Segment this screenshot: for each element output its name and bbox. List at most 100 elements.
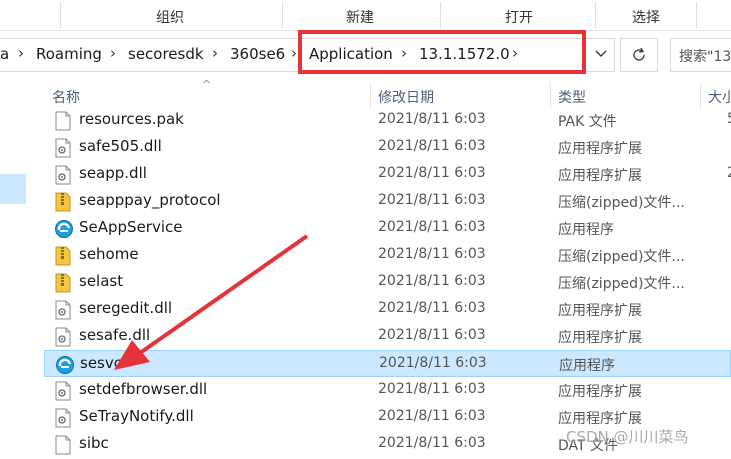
sort-ascending-icon: ^: [202, 78, 212, 91]
file-name: selast: [79, 272, 124, 290]
file-date: 2021/8/11 6:03: [378, 273, 486, 289]
dll-icon: [54, 408, 72, 428]
zip-icon: [54, 273, 72, 293]
file-name: resources.pak: [79, 110, 184, 128]
file-name: SeAppService: [79, 218, 183, 236]
ribbon: 组织 新建 打开 选择: [0, 0, 731, 31]
refresh-button[interactable]: [620, 38, 658, 72]
file-size: 2: [727, 165, 731, 181]
file-name: sehome: [79, 245, 139, 263]
file-name: sesafe.dll: [79, 326, 151, 344]
column-divider[interactable]: [550, 82, 551, 108]
dll-icon: [54, 381, 72, 401]
file-date: 2021/8/11 6:03: [379, 355, 487, 371]
file-row[interactable]: resources.pak 2021/8/11 6:03 PAK 文件 5: [44, 107, 731, 134]
file-type: PAK 文件: [558, 114, 617, 130]
chevron-right-icon[interactable]: ›: [291, 44, 297, 62]
file-type: 应用程序扩展: [558, 411, 642, 427]
breadcrumb-360se6[interactable]: 360se6: [230, 45, 285, 63]
file-name: safe505.dll: [79, 137, 162, 155]
file-date: 2021/8/11 6:03: [378, 111, 486, 127]
file-date: 2021/8/11 6:03: [378, 300, 486, 316]
ribbon-group-new[interactable]: 新建: [346, 7, 374, 27]
file-name: sesvc: [80, 354, 122, 372]
file-type: 应用程序扩展: [558, 303, 642, 319]
column-header-name[interactable]: 名称: [52, 87, 80, 107]
file-row[interactable]: sehome 2021/8/11 6:03 压缩(zipped)文件...: [44, 242, 731, 269]
file-name: seregedit.dll: [79, 299, 173, 317]
file-date: 2021/8/11 6:03: [378, 246, 486, 262]
dll-icon: [54, 138, 72, 158]
ribbon-group-organize[interactable]: 组织: [156, 7, 184, 27]
file-row[interactable]: seapppay_protocol 2021/8/11 6:03 压缩(zipped…: [44, 188, 731, 215]
refresh-icon: [633, 47, 645, 61]
ribbon-group-open[interactable]: 打开: [505, 7, 533, 27]
file-date: 2021/8/11 6:03: [378, 192, 486, 208]
breadcrumb-appdata[interactable]: a: [0, 45, 9, 63]
chevron-right-icon[interactable]: ›: [212, 44, 218, 62]
file-date: 2021/8/11 6:03: [378, 327, 486, 343]
file-type: 应用程序扩展: [558, 168, 642, 184]
file-type: 压缩(zipped)文件...: [558, 249, 685, 265]
column-header-type[interactable]: 类型: [558, 87, 586, 107]
file-date: 2021/8/11 6:03: [378, 435, 486, 451]
file-name: SeTrayNotify.dll: [79, 407, 194, 425]
zip-icon: [54, 246, 72, 266]
chevron-right-icon[interactable]: ›: [18, 44, 24, 62]
chevron-right-icon[interactable]: ›: [110, 44, 116, 62]
navigation-pane[interactable]: [0, 74, 44, 454]
ribbon-group-select[interactable]: 选择: [632, 7, 660, 27]
ribbon-separator: [282, 2, 283, 28]
dll-icon: [54, 327, 72, 347]
breadcrumb-roaming[interactable]: Roaming: [36, 45, 102, 63]
column-header-size[interactable]: 大小: [708, 87, 731, 107]
file-row[interactable]: SeAppService 2021/8/11 6:03 应用程序: [44, 215, 731, 242]
file-row[interactable]: setdefbrowser.dll 2021/8/11 6:03 应用程序扩展: [44, 377, 731, 404]
file-name: seapp.dll: [79, 164, 147, 182]
search-box[interactable]: 搜索"13: [670, 38, 731, 72]
file-row-selected[interactable]: sesvc 2021/8/11 6:03 应用程序: [44, 350, 731, 377]
dll-icon: [54, 165, 72, 185]
file-type: 应用程序: [558, 222, 614, 238]
app-icon: [54, 219, 73, 239]
file-name: seapppay_protocol: [79, 191, 221, 209]
watermark: CSDN @川川菜鸟: [566, 428, 689, 446]
app-icon: [55, 355, 74, 375]
file-date: 2021/8/11 6:03: [378, 219, 486, 235]
file-name: setdefbrowser.dll: [79, 380, 208, 398]
address-history-button[interactable]: [588, 38, 614, 70]
file-row[interactable]: seapp.dll 2021/8/11 6:03 应用程序扩展 2: [44, 161, 731, 188]
column-header-date[interactable]: 修改日期: [378, 87, 434, 107]
chevron-down-icon: [595, 50, 607, 57]
file-date: 2021/8/11 6:03: [378, 381, 486, 397]
file-date: 2021/8/11 6:03: [378, 138, 486, 154]
file-name: sibc: [79, 434, 109, 452]
zip-icon: [54, 192, 72, 212]
file-date: 2021/8/11 6:03: [378, 408, 486, 424]
address-highlight-box: [298, 30, 586, 74]
file-type: 应用程序扩展: [558, 141, 642, 157]
ribbon-separator: [60, 2, 61, 28]
file-icon: [54, 111, 72, 131]
ribbon-separator: [595, 2, 596, 28]
breadcrumb-secoresdk[interactable]: secoresdk: [128, 45, 204, 63]
column-header-row: ^ 名称 修改日期 类型 大小: [44, 78, 731, 108]
file-icon: [54, 435, 72, 455]
column-divider[interactable]: [700, 82, 701, 108]
file-row[interactable]: seregedit.dll 2021/8/11 6:03 应用程序扩展: [44, 296, 731, 323]
file-type: 压缩(zipped)文件...: [558, 195, 685, 211]
column-divider[interactable]: [370, 82, 371, 108]
file-date: 2021/8/11 6:03: [378, 165, 486, 181]
file-row[interactable]: selast 2021/8/11 6:03 压缩(zipped)文件...: [44, 269, 731, 296]
file-row[interactable]: safe505.dll 2021/8/11 6:03 应用程序扩展: [44, 134, 731, 161]
file-list: resources.pak 2021/8/11 6:03 PAK 文件 5 safe50…: [44, 107, 731, 458]
file-type: 应用程序扩展: [558, 330, 642, 346]
file-row[interactable]: sesafe.dll 2021/8/11 6:03 应用程序扩展: [44, 323, 731, 350]
ribbon-separator: [440, 2, 441, 28]
file-type: 压缩(zipped)文件...: [558, 276, 685, 292]
file-type: 应用程序扩展: [558, 384, 642, 400]
file-type: 应用程序: [559, 358, 615, 374]
file-size: 5: [727, 111, 731, 127]
ribbon-separator: [696, 2, 697, 28]
navigation-selected-item[interactable]: [0, 174, 26, 204]
